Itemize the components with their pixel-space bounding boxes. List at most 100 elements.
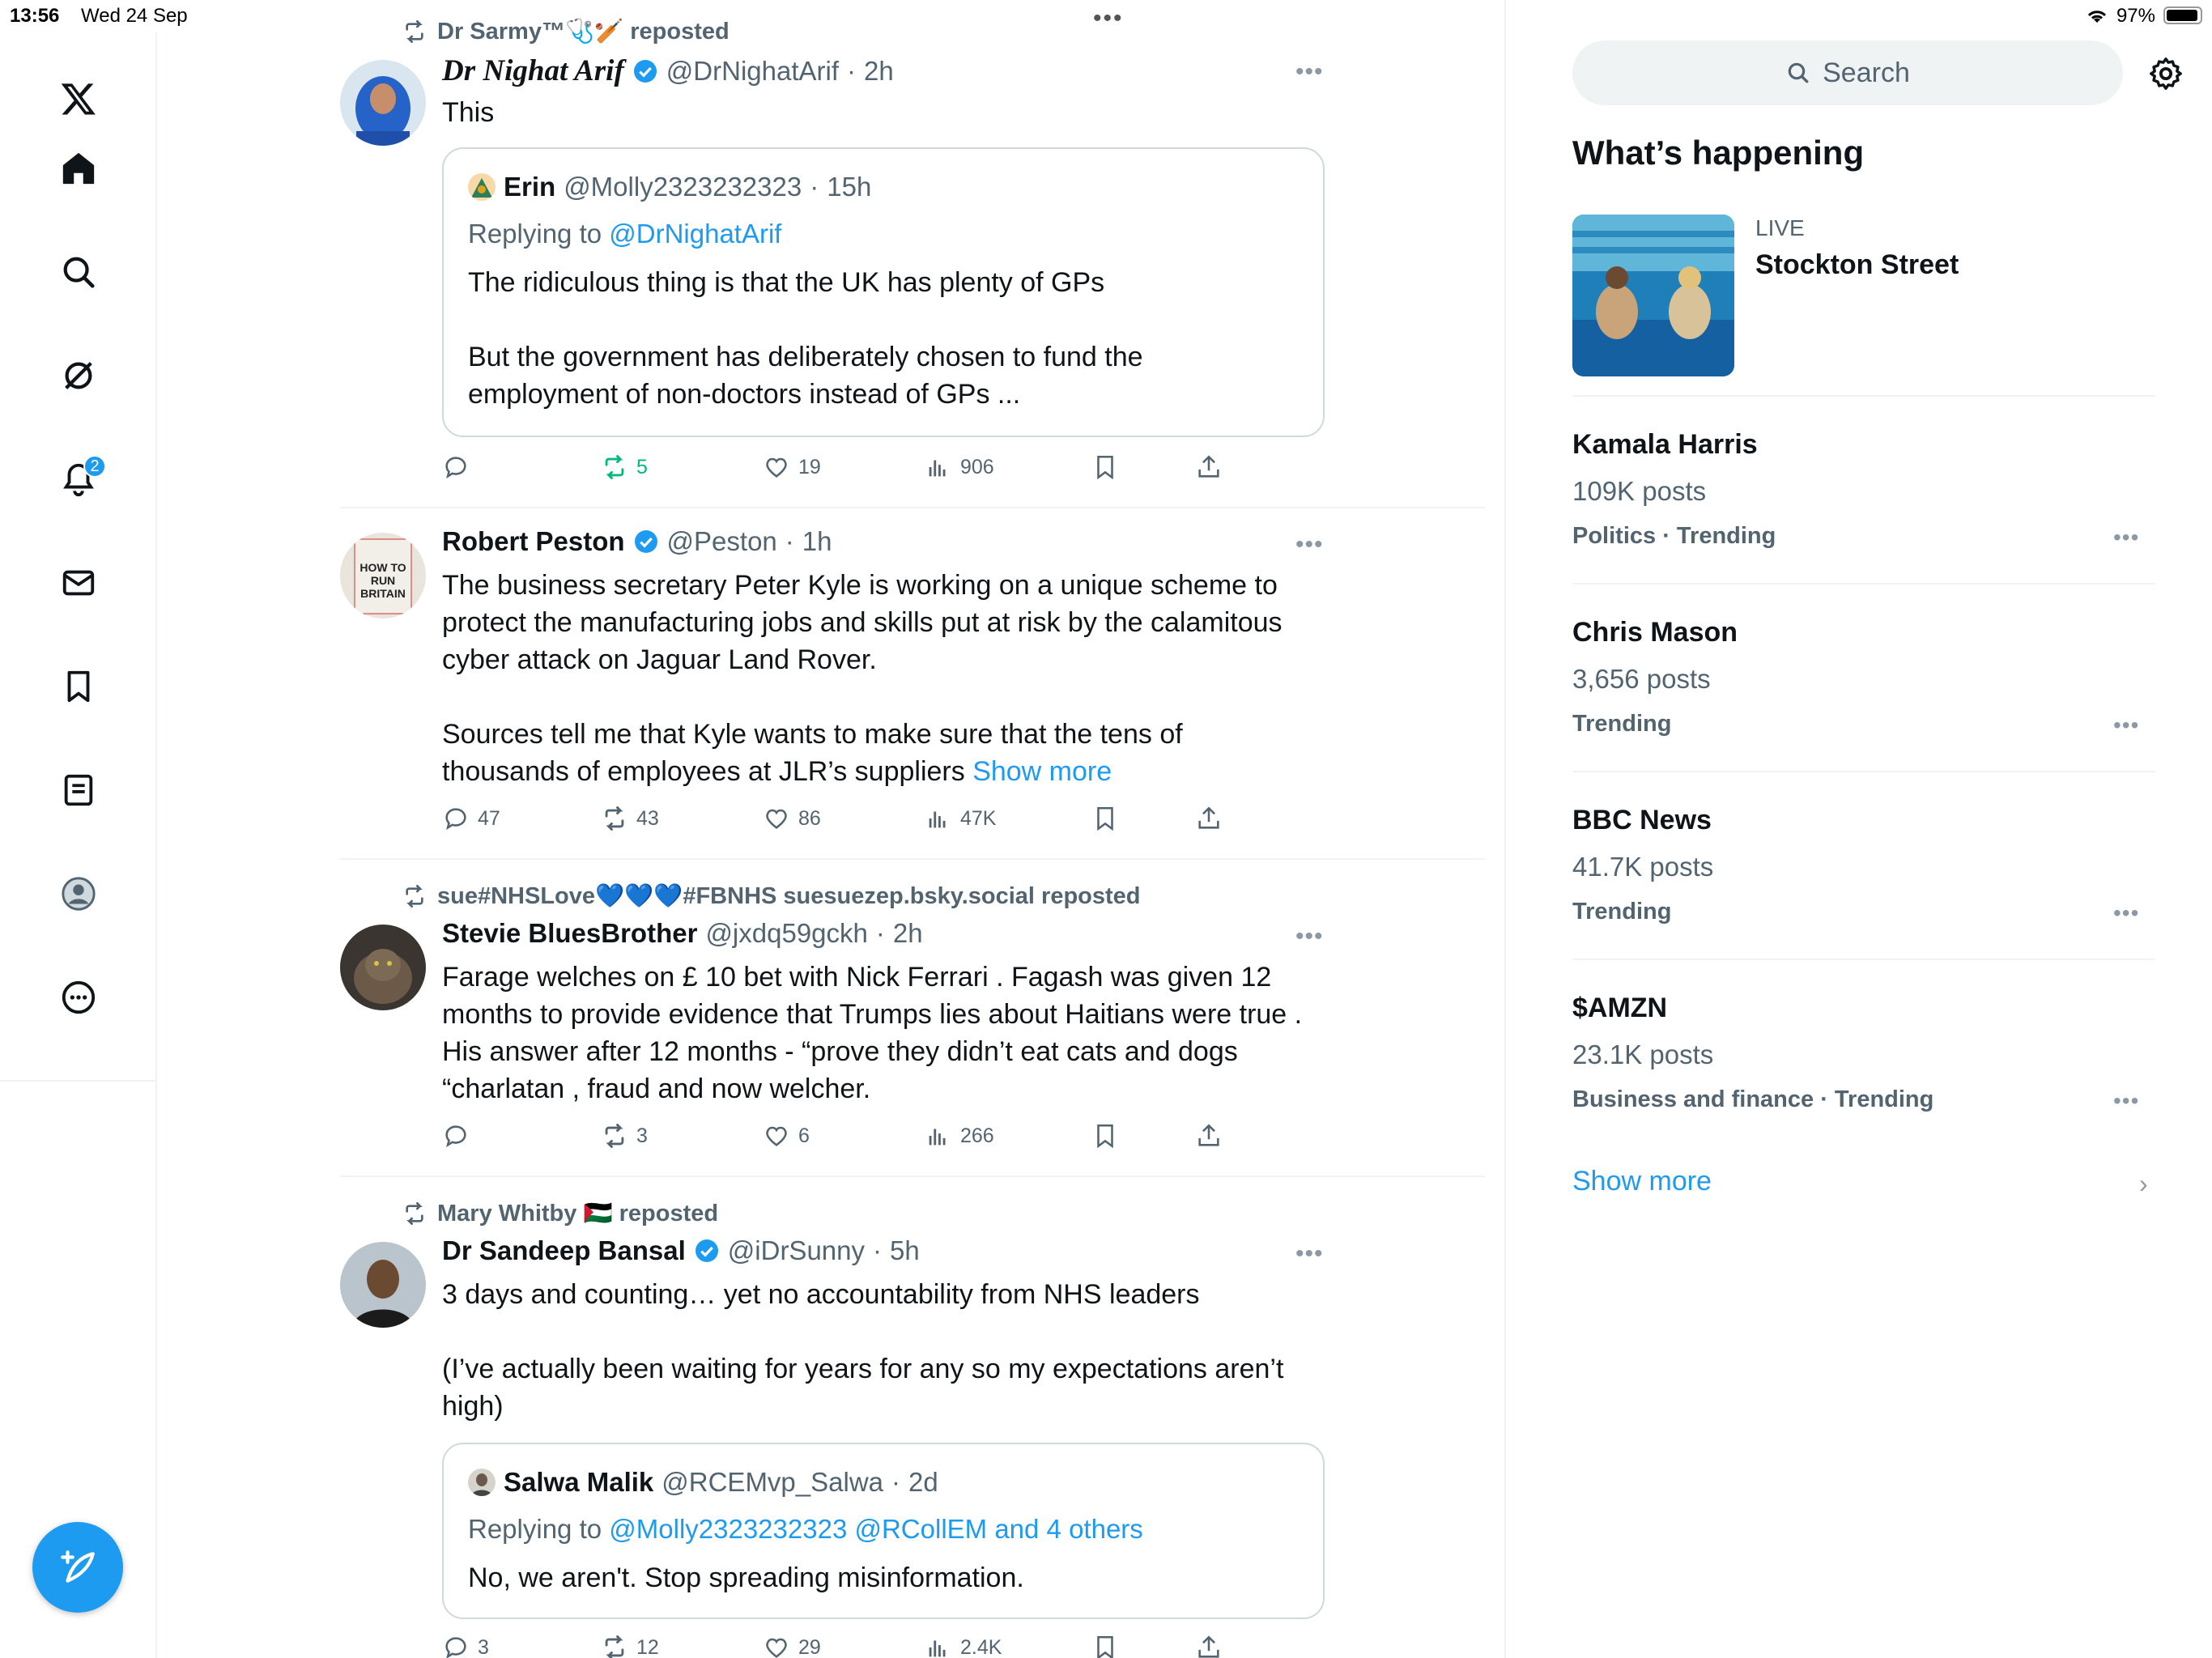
tweet-time[interactable]: 2h [864, 56, 894, 87]
lists-icon[interactable] [53, 764, 104, 816]
messages-icon[interactable] [53, 557, 104, 609]
reply-icon [445, 457, 466, 479]
repost-icon [605, 1124, 624, 1148]
quote-avatar [468, 1469, 496, 1496]
quoted-tweet[interactable]: Salwa Malik @RCEMvp_Salwa · 2d Replying … [442, 1443, 1325, 1619]
quoted-tweet[interactable]: Erin @Molly2323232323 · 15h Replying to … [442, 147, 1325, 437]
tweet-actions: 47 43 86 47K [442, 805, 1414, 837]
replying-to-link[interactable]: @Molly2323232323 @RCollEM and 4 others [609, 1514, 1143, 1544]
repost-indicator[interactable]: Dr Sarmy™🩺🏏 reposted [402, 18, 730, 45]
tweet-time[interactable]: 2h [893, 918, 923, 949]
tweet-time[interactable]: 1h [802, 526, 832, 557]
repost-button[interactable]: 3 [601, 1122, 648, 1150]
like-count: 29 [798, 1635, 821, 1658]
live-event-title[interactable]: Stockton Street [1755, 249, 1959, 281]
status-time: 13:56 [10, 5, 60, 27]
trend-divider [1572, 583, 2155, 585]
tweet-more-icon[interactable]: ••• [1295, 58, 1324, 86]
views-count: 906 [960, 455, 994, 478]
trend-posts: 23.1K posts [1572, 1039, 1714, 1069]
search-icon[interactable] [53, 246, 104, 298]
trend-name: $AMZN [1572, 993, 1668, 1023]
show-more-link[interactable]: Show more [972, 756, 1112, 787]
x-logo-icon[interactable] [53, 73, 104, 125]
tweet-time[interactable]: 5h [890, 1235, 920, 1266]
heart-icon [766, 457, 787, 478]
trend-category: Politics · Trending [1572, 523, 1776, 549]
trend-more-icon[interactable]: ••• [2113, 712, 2139, 738]
repost-button[interactable]: 12 [601, 1634, 659, 1658]
reply-button[interactable]: 3 [442, 1634, 489, 1658]
bookmarks-icon[interactable] [53, 661, 104, 712]
separator-dot: · [875, 918, 885, 948]
like-button[interactable]: 6 [763, 1122, 810, 1150]
whats-happening-heading: What’s happening [1572, 134, 1865, 172]
more-options-icon[interactable] [53, 971, 104, 1023]
show-more-trends-link[interactable]: Show more [1572, 1166, 1712, 1197]
author-handle[interactable]: @Peston [667, 526, 777, 557]
notifications-icon[interactable]: 2 [53, 453, 106, 505]
author-handle[interactable]: @DrNighatArif [666, 56, 839, 87]
tweet-more-icon[interactable]: ••• [1295, 531, 1324, 559]
avatar[interactable] [340, 925, 426, 1010]
avatar[interactable] [340, 1242, 426, 1328]
like-button[interactable]: 86 [763, 805, 821, 832]
trend-more-icon[interactable]: ••• [2113, 525, 2139, 551]
grok-icon[interactable] [53, 350, 104, 402]
separator-dot: · [891, 1467, 901, 1497]
tweet-more-icon[interactable]: ••• [1295, 923, 1324, 950]
views-count: 266 [960, 1124, 994, 1147]
avatar[interactable]: HOW TO RUN BRITAIN [340, 533, 426, 619]
bookmark-button[interactable] [1091, 453, 1119, 481]
share-button[interactable] [1195, 1122, 1223, 1150]
compose-icon [61, 1550, 95, 1583]
tweet-text: Farage welches on £ 10 bet with Nick Fer… [442, 962, 1303, 1104]
search-input[interactable]: Search [1572, 40, 2123, 105]
repost-label: sue#NHSLove💙💙💙#FBNHS suesuezep.bsky.soci… [437, 883, 1141, 909]
repost-button[interactable]: 5 [601, 453, 648, 481]
bookmark-button[interactable] [1091, 1634, 1119, 1658]
author-name[interactable]: Robert Peston [442, 526, 625, 557]
bookmark-icon [1097, 455, 1113, 480]
avatar[interactable] [340, 60, 426, 146]
quote-author-handle: @Molly2323232323 [564, 172, 802, 202]
share-button[interactable] [1195, 805, 1223, 832]
trend-more-icon[interactable]: ••• [2113, 900, 2139, 926]
share-button[interactable] [1195, 1634, 1223, 1658]
reply-button[interactable]: 47 [442, 805, 500, 832]
views-button[interactable]: 906 [925, 453, 994, 481]
views-button[interactable]: 2.4K [925, 1634, 1002, 1658]
views-button[interactable]: 47K [925, 805, 996, 832]
replying-prefix: Replying to [468, 1514, 610, 1544]
compose-button[interactable] [32, 1522, 123, 1613]
author-name[interactable]: Dr Nighat Arif [442, 53, 624, 88]
quote-text: No, we aren't. Stop spreading misinforma… [468, 1562, 1024, 1593]
replying-to: Replying to @DrNighatArif [468, 219, 781, 249]
replying-to-link[interactable]: @DrNighatArif [609, 219, 781, 249]
profile-icon[interactable] [53, 868, 104, 920]
settings-gear-icon[interactable] [2147, 55, 2184, 92]
like-button[interactable]: 19 [763, 453, 821, 481]
author-name[interactable]: Stevie BluesBrother [442, 918, 697, 949]
share-icon [1198, 1124, 1219, 1146]
share-button[interactable] [1195, 453, 1223, 481]
like-button[interactable]: 29 [763, 1634, 821, 1658]
live-event-thumbnail[interactable] [1572, 215, 1734, 376]
author-handle[interactable]: @iDrSunny [728, 1235, 865, 1266]
tweet-more-icon[interactable]: ••• [1295, 1240, 1324, 1268]
trend-more-icon[interactable]: ••• [2113, 1088, 2139, 1114]
repost-label: Dr Sarmy™🩺🏏 reposted [437, 19, 730, 45]
like-count: 6 [798, 1124, 810, 1147]
repost-indicator[interactable]: Mary Whitby 🇵🇸 reposted [402, 1200, 718, 1227]
home-icon[interactable] [53, 142, 104, 194]
reply-button[interactable] [442, 453, 478, 481]
repost-button[interactable]: 43 [601, 805, 659, 832]
reply-button[interactable] [442, 1122, 478, 1150]
heart-icon [766, 809, 787, 829]
views-button[interactable]: 266 [925, 1122, 994, 1150]
bookmark-button[interactable] [1091, 805, 1119, 832]
repost-indicator[interactable]: sue#NHSLove💙💙💙#FBNHS suesuezep.bsky.soci… [402, 882, 1141, 910]
author-name[interactable]: Dr Sandeep Bansal [442, 1235, 686, 1266]
bookmark-button[interactable] [1091, 1122, 1119, 1150]
author-handle[interactable]: @jxdq59gckh [705, 918, 867, 949]
